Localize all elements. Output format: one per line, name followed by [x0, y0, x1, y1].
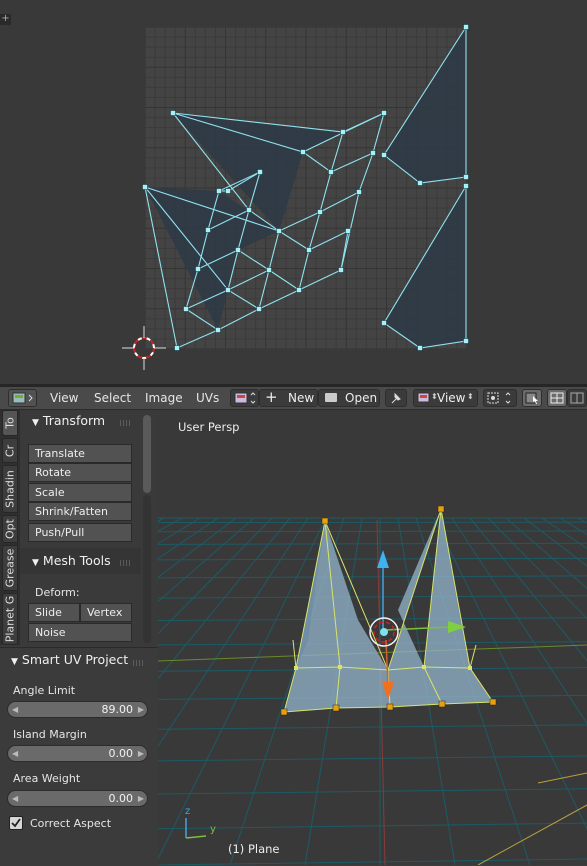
new-image-button[interactable]: + New: [259, 389, 318, 407]
open-label: Open: [345, 390, 377, 406]
tab-planet-gen[interactable]: Planet G: [2, 593, 18, 645]
tool-shelf-tabs: To Cr Shadin Opt Grease Planet G: [0, 410, 20, 645]
axis-y-label: y: [210, 824, 216, 835]
menu-select[interactable]: Select: [94, 387, 131, 409]
tab-create[interactable]: Cr: [2, 438, 18, 463]
menu-uvs[interactable]: UVs: [196, 387, 219, 409]
angle-limit-label: Angle Limit: [13, 684, 75, 697]
tab-shading[interactable]: Shadin: [2, 465, 18, 513]
island-select-icon[interactable]: [567, 389, 587, 407]
increment-arrow-icon[interactable]: ▶: [138, 702, 144, 717]
decrement-arrow-icon[interactable]: ◀: [12, 702, 18, 717]
cursor-icon[interactable]: [118, 322, 170, 374]
slide-edge-button[interactable]: Slide Ed: [28, 603, 80, 622]
grip-icon[interactable]: [120, 560, 130, 566]
shrink-fatten-button[interactable]: Shrink/Fatten: [28, 502, 132, 521]
uv-editor-area[interactable]: +: [0, 0, 587, 384]
face-select-icon[interactable]: [547, 389, 567, 407]
sticky-select-icon[interactable]: [522, 389, 542, 407]
island-margin-field[interactable]: ◀ 0.00 ▶: [7, 745, 148, 762]
grip-icon[interactable]: [120, 420, 130, 426]
tool-shelf-scrollbar[interactable]: [143, 415, 151, 493]
transform-panel-header[interactable]: ▼ Transform: [32, 413, 105, 428]
view-name-label: User Persp: [178, 420, 240, 434]
mesh-tools-panel-title: Mesh Tools: [43, 553, 111, 568]
island-margin-value: 0.00: [109, 746, 134, 761]
correct-aspect-label: Correct Aspect: [30, 817, 111, 830]
axis-z-label: z: [185, 806, 190, 817]
decrement-arrow-icon[interactable]: ◀: [12, 791, 18, 806]
translate-button[interactable]: Translate: [28, 444, 132, 463]
pin-icon[interactable]: [385, 389, 407, 407]
pivot-icon[interactable]: [483, 389, 517, 407]
view-mode-label: View: [437, 390, 465, 406]
correct-aspect-checkbox[interactable]: [9, 816, 23, 830]
scale-button[interactable]: Scale: [28, 483, 132, 502]
image-browse-icon[interactable]: [230, 389, 259, 407]
area-weight-value: 0.00: [109, 791, 134, 806]
uv-editor-header: View Select Image UVs + New Open ⬍ View …: [0, 387, 587, 410]
object-info-label: (1) Plane: [228, 842, 280, 856]
open-image-button[interactable]: Open: [318, 389, 380, 407]
editor-type-icon[interactable]: [8, 389, 37, 407]
increment-arrow-icon[interactable]: ▶: [138, 791, 144, 806]
menu-view[interactable]: View: [50, 387, 78, 409]
angle-limit-value: 89.00: [102, 702, 134, 717]
smart-uv-panel-header[interactable]: ▼ Smart UV Project: [11, 652, 128, 667]
noise-button[interactable]: Noise: [28, 623, 132, 642]
smart-uv-panel-title: Smart UV Project: [22, 652, 128, 667]
push-pull-button[interactable]: Push/Pull: [28, 523, 132, 542]
view-mode-icon: [417, 391, 431, 405]
tool-shelf-scroll-track: [143, 495, 151, 643]
plus-icon: +: [265, 389, 278, 405]
new-label: New: [288, 390, 314, 406]
decrement-arrow-icon[interactable]: ◀: [12, 746, 18, 761]
folder-icon: [325, 393, 337, 402]
checkbox-icon: [10, 817, 22, 829]
view-mode-dropdown[interactable]: ⬍ View ⬍: [413, 389, 478, 407]
slide-vertex-button[interactable]: Vertex: [80, 603, 132, 622]
menu-image[interactable]: Image: [145, 387, 183, 409]
rotate-button[interactable]: Rotate: [28, 463, 132, 482]
increment-arrow-icon[interactable]: ▶: [138, 746, 144, 761]
uv-islands-overlay: [0, 0, 587, 384]
tab-options[interactable]: Opt: [2, 515, 18, 543]
mesh-tools-panel-header[interactable]: ▼ Mesh Tools: [32, 553, 111, 568]
deform-label: Deform:: [35, 586, 80, 599]
3d-viewport[interactable]: User Persp z y (1) Plane: [158, 410, 587, 865]
viewport-scene: [158, 410, 587, 865]
transform-panel-title: Transform: [43, 413, 105, 428]
island-margin-label: Island Margin: [13, 728, 87, 741]
area-weight-field[interactable]: ◀ 0.00 ▶: [7, 790, 148, 807]
tab-tools[interactable]: To: [2, 410, 18, 436]
tab-grease-pencil[interactable]: Grease: [2, 545, 18, 591]
area-weight-label: Area Weight: [13, 772, 80, 785]
angle-limit-field[interactable]: ◀ 89.00 ▶: [7, 701, 148, 718]
grip-icon[interactable]: [133, 660, 143, 666]
